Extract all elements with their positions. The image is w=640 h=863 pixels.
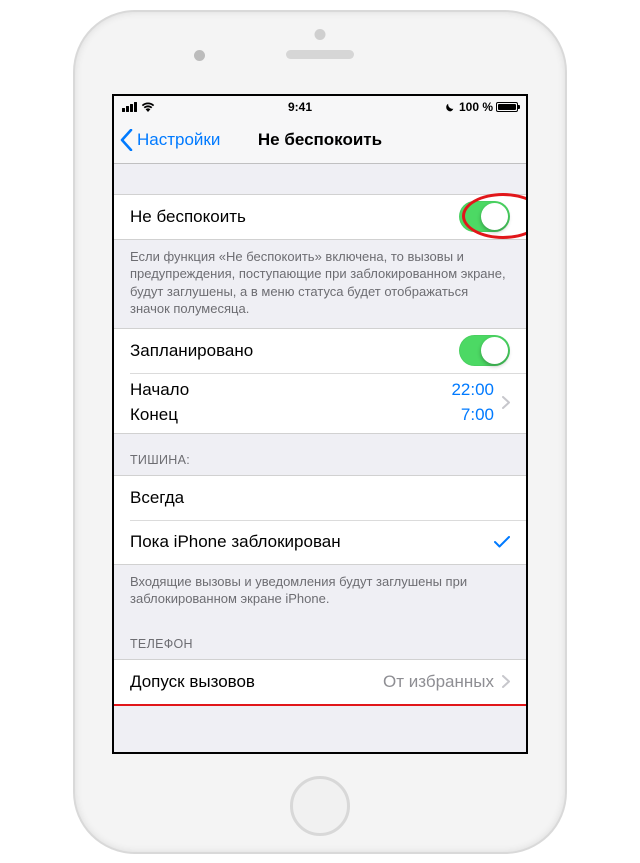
home-button[interactable] — [290, 776, 350, 836]
silence-while-locked-row[interactable]: Пока iPhone заблокирован — [114, 520, 526, 564]
allow-calls-row[interactable]: Допуск вызовов От избранных — [114, 660, 526, 704]
silence-always-label: Всегда — [130, 488, 184, 508]
checkmark-icon — [494, 536, 510, 548]
silence-footer: Входящие вызовы и уведомления будут загл… — [114, 565, 526, 618]
back-button[interactable]: Настройки — [120, 129, 220, 151]
allow-calls-value: От избранных — [383, 672, 494, 692]
wifi-icon — [141, 102, 155, 112]
scheduled-label: Запланировано — [130, 341, 253, 361]
battery-icon — [496, 102, 518, 112]
schedule-to-value: 7:00 — [461, 405, 494, 425]
device-top — [75, 12, 565, 94]
nav-header: Настройки Не беспокоить — [114, 118, 526, 164]
back-label: Настройки — [137, 130, 220, 150]
chevron-right-icon — [502, 675, 510, 688]
earpiece-speaker — [286, 50, 354, 59]
chevron-right-icon — [502, 396, 510, 409]
screen: 9:41 100 % Настройки Не беспокоить Не бе… — [112, 94, 528, 754]
silence-always-row[interactable]: Всегда — [114, 476, 526, 520]
do-not-disturb-toggle[interactable] — [459, 201, 510, 232]
front-camera — [194, 50, 205, 61]
silence-while-locked-label: Пока iPhone заблокирован — [130, 532, 341, 552]
do-not-disturb-footer: Если функция «Не беспокоить» включена, т… — [114, 240, 526, 328]
chevron-left-icon — [120, 129, 133, 151]
allow-calls-label: Допуск вызовов — [130, 672, 255, 692]
do-not-disturb-label: Не беспокоить — [130, 207, 246, 227]
silence-header: ТИШИНА: — [114, 434, 526, 475]
annotation-underline — [114, 704, 526, 706]
status-time: 9:41 — [288, 100, 312, 114]
schedule-to-label: Конец — [130, 405, 178, 425]
proximity-sensor — [315, 29, 326, 40]
do-not-disturb-row: Не беспокоить — [114, 195, 526, 239]
status-bar: 9:41 100 % — [114, 96, 526, 118]
do-not-disturb-moon-icon — [445, 101, 456, 112]
iphone-device-frame: 9:41 100 % Настройки Не беспокоить Не бе… — [75, 12, 565, 852]
battery-percent: 100 % — [459, 100, 493, 114]
schedule-from-value: 22:00 — [451, 380, 494, 400]
cellular-signal-icon — [122, 102, 137, 112]
schedule-time-row[interactable]: Начало 22:00 Конец 7:00 — [114, 373, 526, 433]
scheduled-toggle[interactable] — [459, 335, 510, 366]
phone-header: ТЕЛЕФОН — [114, 618, 526, 659]
scheduled-row: Запланировано — [114, 329, 526, 373]
schedule-from-label: Начало — [130, 380, 189, 400]
content-scroll[interactable]: Не беспокоить Если функция «Не беспокоит… — [114, 164, 526, 752]
